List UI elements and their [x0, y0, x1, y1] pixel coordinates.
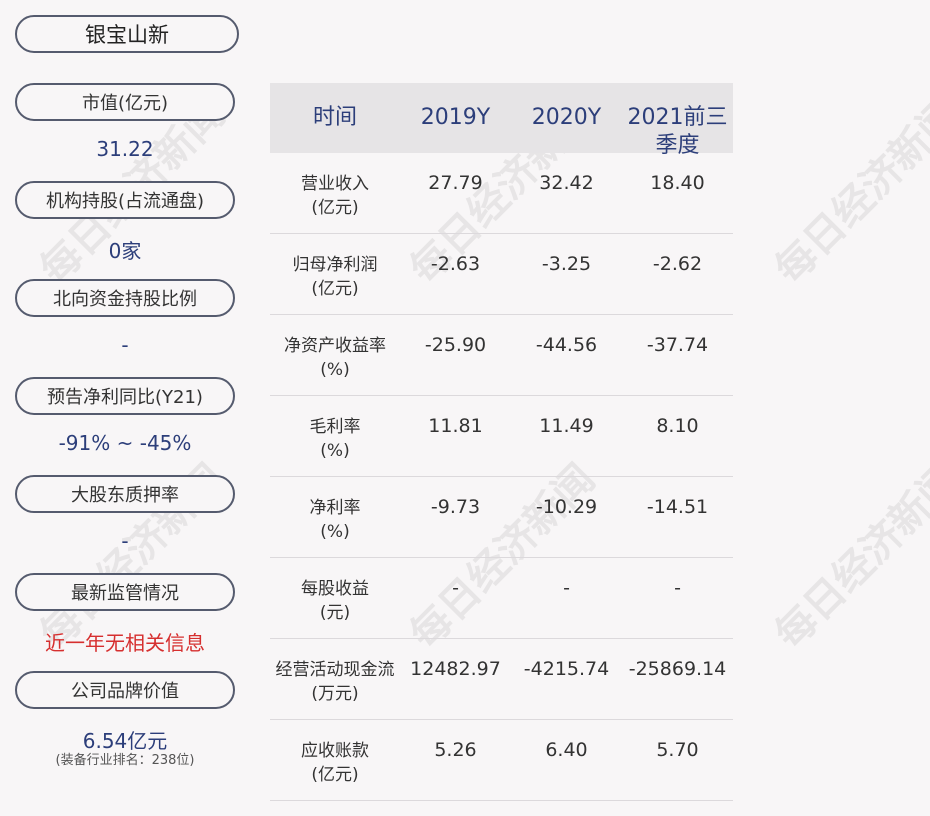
header-2019: 2019Y [420, 105, 491, 130]
row-label-name: 净资产收益率 [284, 336, 386, 356]
pledge-ratio-value: - [121, 529, 129, 553]
regulation-label: 最新监管情况 [15, 573, 235, 611]
table-row-label: 应收账款 (亿元) [270, 739, 400, 787]
row-label-unit: (亿元) [311, 198, 359, 218]
table-cell: -10.29 [535, 496, 598, 518]
table-row-label: 经营活动现金流 (万元) [270, 658, 400, 706]
row-label-name: 经营活动现金流 [275, 660, 395, 680]
table-cell: -2.63 [430, 253, 481, 275]
table-row-label: 净资产收益率 (%) [270, 334, 400, 382]
table-cell: -25.90 [424, 334, 487, 356]
row-label-name: 每股收益 [301, 579, 369, 599]
row-divider [270, 719, 733, 720]
table-cell: - [563, 577, 570, 599]
pledge-ratio-label: 大股东质押率 [15, 475, 235, 513]
row-divider [270, 314, 733, 315]
table-cell: 5.26 [434, 739, 477, 761]
table-cell: 11.49 [539, 415, 594, 437]
table-row-label: 毛利率 (%) [270, 415, 400, 463]
table-cell: -25869.14 [628, 658, 727, 680]
market-cap-label: 市值(亿元) [15, 83, 235, 121]
regulation-value: 近一年无相关信息 [45, 631, 205, 655]
row-label-name: 净利率 [309, 498, 361, 518]
table-cell: 11.81 [428, 415, 483, 437]
institution-holding-value: 0家 [108, 239, 142, 263]
table-cell: 18.40 [650, 172, 705, 194]
row-divider [270, 395, 733, 396]
header-2021q3: 2021前三季度 [627, 105, 728, 158]
row-divider [270, 638, 733, 639]
table-cell: 12482.97 [410, 658, 501, 680]
row-divider [270, 557, 733, 558]
table-cell: 6.40 [545, 739, 588, 761]
table-cell: -3.25 [541, 253, 592, 275]
northbound-ratio-label: 北向资金持股比例 [15, 279, 235, 317]
brand-value-label: 公司品牌价值 [15, 671, 235, 709]
table-cell: -9.73 [430, 496, 481, 518]
table-cell: -14.51 [646, 496, 709, 518]
table-cell: 5.70 [656, 739, 699, 761]
table-row-label: 每股收益 (元) [270, 577, 400, 625]
market-cap-value: 31.22 [96, 137, 154, 161]
table-row-label: 净利率 (%) [270, 496, 400, 544]
table-row-label: 营业收入 (亿元) [270, 172, 400, 220]
row-label-unit: (%) [320, 360, 350, 380]
watermark-text: 每日经济新闻 [766, 455, 930, 658]
row-label-unit: (万元) [311, 684, 359, 704]
header-time: 时间 [312, 105, 357, 130]
row-label-unit: (元) [319, 603, 351, 623]
table-cell: 32.42 [539, 172, 594, 194]
header-2020: 2020Y [531, 105, 602, 130]
company-title: 银宝山新 [15, 15, 239, 53]
row-label-unit: (亿元) [311, 279, 359, 299]
table-row-label: 归母净利润 (亿元) [270, 253, 400, 301]
row-divider [270, 233, 733, 234]
table-cell: -37.74 [646, 334, 709, 356]
profit-forecast-value: -91% ~ -45% [58, 431, 192, 455]
row-divider [270, 476, 733, 477]
row-label-name: 归母净利润 [292, 255, 378, 275]
row-divider [270, 800, 733, 801]
institution-holding-label: 机构持股(占流通盘) [15, 181, 235, 219]
row-label-unit: (%) [320, 522, 350, 542]
northbound-ratio-value: - [121, 333, 129, 357]
table-cell: -4215.74 [523, 658, 610, 680]
row-label-unit: (亿元) [311, 765, 359, 785]
table-cell: -2.62 [652, 253, 703, 275]
brand-value-note: (装备行业排名：238位) [55, 753, 195, 768]
row-label-name: 应收账款 [301, 741, 369, 761]
table-cell: 27.79 [428, 172, 483, 194]
row-label-name: 毛利率 [309, 417, 361, 437]
profit-forecast-label: 预告净利同比(Y21) [15, 377, 235, 415]
row-label-unit: (%) [320, 441, 350, 461]
table-cell: -44.56 [535, 334, 598, 356]
row-label-name: 营业收入 [301, 174, 369, 194]
watermark-text: 每日经济新闻 [766, 90, 930, 293]
table-cell: - [452, 577, 459, 599]
table-cell: 8.10 [656, 415, 699, 437]
table-cell: - [674, 577, 681, 599]
watermark-text: 每日经济新闻 [401, 455, 604, 658]
